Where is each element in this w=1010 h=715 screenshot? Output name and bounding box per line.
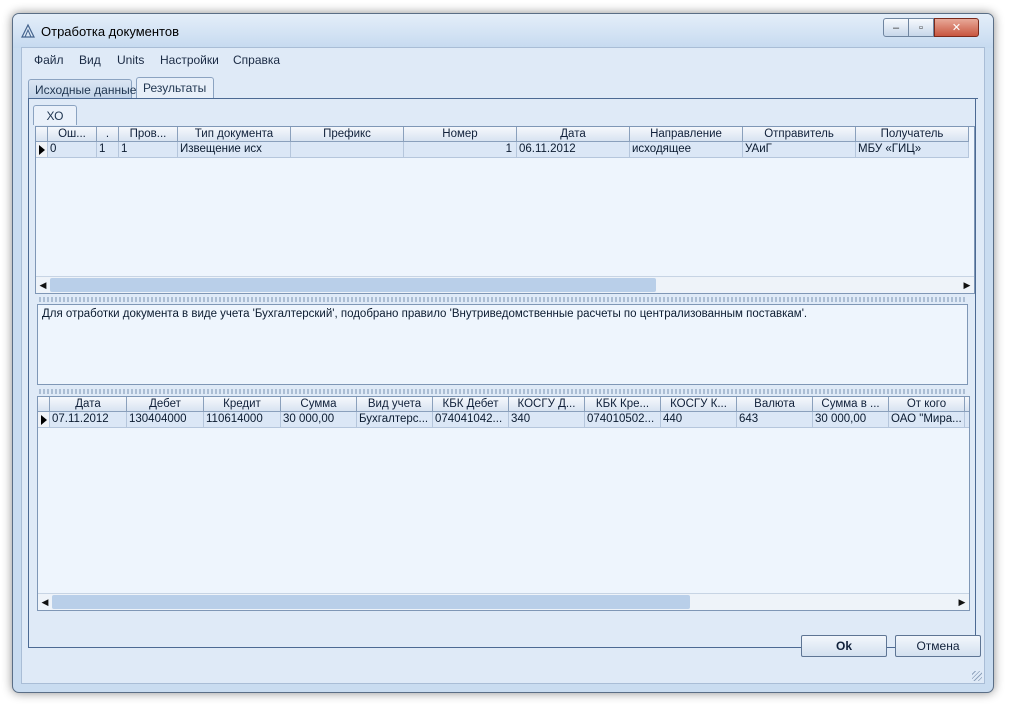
column-header[interactable]: Ош... bbox=[48, 127, 97, 142]
column-header[interactable]: КОСГУ К... bbox=[661, 397, 737, 412]
scrollbar-thumb[interactable] bbox=[50, 278, 656, 292]
client-area: Файл Вид Units Настройки Справка Исходны… bbox=[21, 47, 985, 684]
table-cell[interactable]: 1 bbox=[119, 142, 178, 158]
window-title: Отработка документов bbox=[41, 24, 179, 39]
table-cell[interactable]: Бухгалтерс... bbox=[357, 412, 433, 428]
table-cell[interactable]: ОАО "Мира... bbox=[889, 412, 965, 428]
table-cell[interactable]: МБУ «ГИЦ» bbox=[856, 142, 969, 158]
title-bar[interactable]: Отработка документов – ▫ ✕ bbox=[13, 14, 993, 48]
table-cell[interactable]: 30 000,00 bbox=[813, 412, 889, 428]
tab-source-data[interactable]: Исходные данные bbox=[28, 79, 136, 98]
table-cell[interactable]: 07.11.2012 bbox=[50, 412, 127, 428]
table-cell[interactable]: 074041042... bbox=[433, 412, 509, 428]
rule-message: Для отработки документа в виде учета 'Бу… bbox=[37, 304, 968, 385]
table-cell[interactable]: 06.11.2012 bbox=[517, 142, 630, 158]
table-cell[interactable]: Извещение исх bbox=[178, 142, 291, 158]
row-indicator-header bbox=[38, 397, 50, 412]
row-indicator-header bbox=[36, 127, 48, 142]
menu-bar: Файл Вид Units Настройки Справка bbox=[22, 48, 984, 72]
maximize-icon: ▫ bbox=[919, 21, 923, 34]
tab-xo[interactable]: ХО bbox=[33, 105, 77, 125]
column-header[interactable]: . bbox=[97, 127, 119, 142]
results-panel: ХО Ош... . Пров... Тип документа Префикс… bbox=[28, 99, 976, 648]
row-pointer-icon bbox=[41, 415, 47, 425]
menu-help[interactable]: Справка bbox=[233, 53, 280, 67]
table-cell[interactable]: 110614000 bbox=[204, 412, 281, 428]
table-cell[interactable]: 1 bbox=[97, 142, 119, 158]
column-header[interactable]: Сумма bbox=[281, 397, 357, 412]
column-header[interactable]: Направление bbox=[630, 127, 743, 142]
table-cell[interactable] bbox=[291, 142, 404, 158]
table-cell[interactable]: 440 bbox=[661, 412, 737, 428]
table-cell[interactable]: 130404000 bbox=[127, 412, 204, 428]
column-header[interactable]: КОСГУ Д... bbox=[509, 397, 585, 412]
maximize-button[interactable]: ▫ bbox=[909, 18, 934, 37]
column-header[interactable]: Отправитель bbox=[743, 127, 856, 142]
close-icon: ✕ bbox=[951, 22, 962, 34]
menu-settings[interactable]: Настройки bbox=[160, 53, 219, 67]
menu-units[interactable]: Units bbox=[117, 53, 144, 67]
scroll-right-icon[interactable]: ▶ bbox=[955, 594, 969, 610]
column-header-overflow bbox=[965, 397, 969, 412]
table-cell[interactable]: 643 bbox=[737, 412, 813, 428]
table-cell[interactable]: УАиГ bbox=[743, 142, 856, 158]
cancel-button[interactable]: Отмена bbox=[895, 635, 981, 657]
menu-view[interactable]: Вид bbox=[79, 53, 101, 67]
column-header[interactable]: Валюта bbox=[737, 397, 813, 412]
current-row-indicator bbox=[38, 412, 50, 428]
entries-horizontal-scrollbar[interactable]: ◀ ▶ bbox=[38, 593, 969, 610]
resize-grip-icon[interactable] bbox=[972, 671, 982, 681]
table-cell[interactable]: 0 bbox=[48, 142, 97, 158]
table-cell[interactable]: 30 000,00 bbox=[281, 412, 357, 428]
table-cell[interactable]: 340 bbox=[509, 412, 585, 428]
entries-grid[interactable]: Дата Дебет Кредит Сумма Вид учета КБК Де… bbox=[37, 396, 970, 611]
app-icon bbox=[21, 23, 35, 38]
column-header[interactable]: Дебет bbox=[127, 397, 204, 412]
column-header[interactable]: Тип документа bbox=[178, 127, 291, 142]
ok-button[interactable]: Ok bbox=[801, 635, 887, 657]
documents-horizontal-scrollbar[interactable]: ◀ ▶ bbox=[36, 276, 974, 293]
column-header[interactable]: КБК Дебет bbox=[433, 397, 509, 412]
row-pointer-icon bbox=[39, 145, 45, 155]
table-cell[interactable]: 1 bbox=[404, 142, 517, 158]
splitter-top[interactable] bbox=[39, 297, 967, 302]
column-header[interactable]: КБК Кре... bbox=[585, 397, 661, 412]
column-header[interactable]: Сумма в ... bbox=[813, 397, 889, 412]
menu-file[interactable]: Файл bbox=[34, 53, 64, 67]
table-cell-overflow bbox=[965, 412, 969, 428]
scroll-right-icon[interactable]: ▶ bbox=[960, 277, 974, 293]
column-header[interactable]: Дата bbox=[517, 127, 630, 142]
column-header[interactable]: Получатель bbox=[856, 127, 969, 142]
column-header[interactable]: От кого bbox=[889, 397, 965, 412]
splitter-bottom[interactable] bbox=[39, 389, 967, 394]
close-button[interactable]: ✕ bbox=[934, 18, 979, 37]
minimize-button[interactable]: – bbox=[883, 18, 909, 37]
current-row-indicator bbox=[36, 142, 48, 158]
table-cell[interactable]: исходящее bbox=[630, 142, 743, 158]
documents-grid[interactable]: Ош... . Пров... Тип документа Префикс Но… bbox=[35, 126, 975, 294]
column-header[interactable]: Префикс bbox=[291, 127, 404, 142]
column-header[interactable]: Вид учета bbox=[357, 397, 433, 412]
column-header[interactable]: Дата bbox=[50, 397, 127, 412]
tab-results[interactable]: Результаты bbox=[136, 77, 214, 98]
scrollbar-thumb[interactable] bbox=[52, 595, 690, 609]
column-header[interactable]: Кредит bbox=[204, 397, 281, 412]
document-processing-window: Отработка документов – ▫ ✕ Файл Вид Unit… bbox=[12, 13, 994, 693]
column-header[interactable]: Пров... bbox=[119, 127, 178, 142]
table-cell[interactable]: 074010502... bbox=[585, 412, 661, 428]
scroll-left-icon[interactable]: ◀ bbox=[38, 594, 52, 610]
column-header[interactable]: Номер bbox=[404, 127, 517, 142]
minimize-icon: – bbox=[892, 21, 900, 34]
scroll-left-icon[interactable]: ◀ bbox=[36, 277, 50, 293]
